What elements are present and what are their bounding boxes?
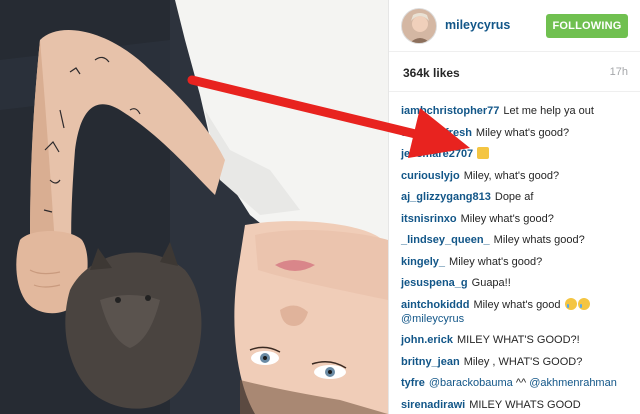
comment-user[interactable]: davinci_fresh — [401, 127, 472, 139]
comment-item: davinci_fresh Miley what's good? — [401, 126, 631, 140]
comment-user[interactable]: itsnisrinxo — [401, 213, 457, 225]
comment-item: curiouslyjo Miley, what's good? — [401, 169, 631, 183]
comment-user[interactable]: _lindsey_queen_ — [401, 234, 490, 246]
comment-text: MILEY WHATS GOOD — [469, 398, 581, 411]
comment-text: Miley what's good? — [460, 212, 554, 225]
comment-text: Miley what's good? — [449, 255, 543, 268]
comment-item: tyfre @barackobauma ^^ @akhmenrahman — [401, 376, 631, 390]
following-button[interactable]: FOLLOWING — [546, 14, 628, 38]
comments-list[interactable]: iambchristopher77 Let me help ya out davi… — [389, 96, 640, 414]
comment-item: aintchokiddd Miley what's good @mileycyru… — [401, 297, 631, 326]
likes-count[interactable]: 364k likes — [403, 66, 460, 80]
post-details-panel: mileycyrus FOLLOWING 364k likes 17h iamb… — [388, 0, 640, 414]
thumbs-up-icon — [477, 147, 490, 159]
comment-user[interactable]: kingely_ — [401, 256, 445, 268]
comment-item: sirenadirawi MILEY WHATS GOOD — [401, 398, 631, 412]
comment-user[interactable]: tyfre — [401, 377, 425, 389]
comment-user[interactable]: curiouslyjo — [401, 170, 460, 182]
comment-user[interactable]: jessmare2707 — [401, 148, 473, 160]
comment-mention[interactable]: @akhmenrahman — [529, 377, 617, 389]
comment-text: Miley what's good? — [475, 126, 570, 139]
comment-user[interactable]: iambchristopher77 — [401, 105, 499, 117]
avatar[interactable] — [401, 8, 437, 44]
instagram-post-view: mileycyrus FOLLOWING 364k likes 17h iamb… — [0, 0, 640, 414]
comment-text: Miley, what's good? — [463, 169, 560, 182]
comment-item: britny_jean Miley , WHAT'S GOOD? — [401, 355, 631, 369]
post-meta: 364k likes 17h — [389, 52, 640, 92]
comment-item: itsnisrinxo Miley what's good? — [401, 212, 631, 226]
comment-user[interactable]: jesuspena_g — [401, 277, 468, 289]
comment-item: kingely_ Miley what's good? — [401, 255, 631, 269]
comment-item: _lindsey_queen_ Miley whats good? — [401, 233, 631, 247]
post-time[interactable]: 17h — [610, 66, 628, 78]
comment-item: iambchristopher77 Let me help ya out — [401, 104, 631, 118]
comment-text: ^^ — [515, 377, 527, 389]
post-header: mileycyrus FOLLOWING — [389, 0, 640, 52]
post-photo[interactable] — [0, 0, 388, 414]
comment-text: Miley what's good — [473, 298, 561, 311]
comment-text: Dope af — [494, 191, 534, 203]
comment-text: MILEY WHAT'S GOOD?! — [456, 334, 580, 346]
username-link[interactable]: mileycyrus — [445, 18, 510, 32]
comment-user[interactable]: aj_glizzygang813 — [401, 191, 491, 203]
comment-item: jesuspena_g Guapa!! — [401, 276, 631, 290]
comment-user[interactable]: john.erick — [401, 334, 453, 346]
photo-illustration — [0, 0, 388, 414]
comment-text: Guapa!! — [471, 277, 511, 289]
comment-item: john.erick MILEY WHAT'S GOOD?! — [401, 333, 631, 347]
comment-mention[interactable]: @barackobauma — [429, 377, 513, 389]
comment-text: Miley whats good? — [493, 234, 585, 246]
comment-item: aj_glizzygang813 Dope af — [401, 190, 631, 204]
comment-text: Let me help ya out — [503, 105, 594, 117]
avatar-image — [402, 9, 436, 43]
comment-mention[interactable]: @mileycyrus — [401, 313, 464, 325]
comment-text: Miley , WHAT'S GOOD? — [463, 355, 583, 368]
comment-item: jessmare2707 — [401, 147, 631, 161]
comment-user[interactable]: britny_jean — [401, 356, 460, 368]
crying-laughing-icon — [577, 297, 590, 310]
comment-user[interactable]: sirenadirawi — [401, 399, 465, 411]
comment-user[interactable]: aintchokiddd — [401, 299, 469, 311]
crying-laughing-icon — [564, 297, 577, 310]
